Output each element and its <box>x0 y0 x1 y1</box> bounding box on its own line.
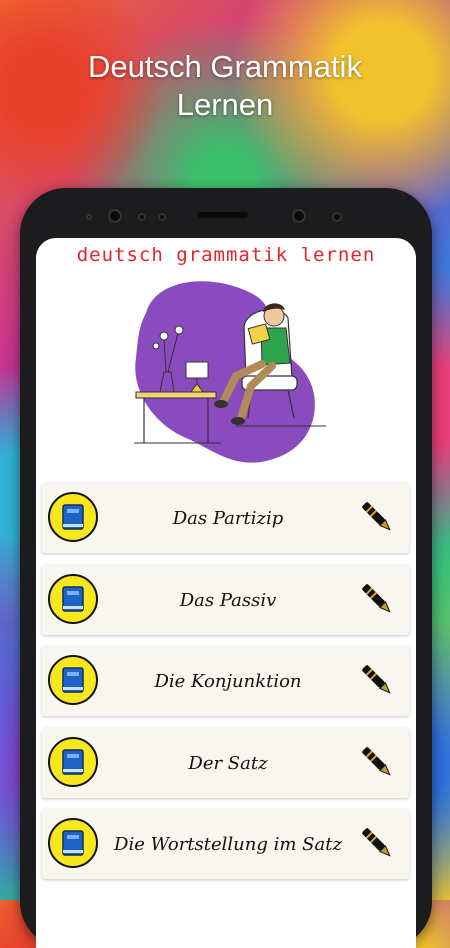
book-icon <box>48 655 98 705</box>
sensor-dot <box>332 212 342 222</box>
app-title: deutsch grammatik lernen <box>76 244 376 266</box>
earpiece-speaker <box>198 212 248 218</box>
book-icon <box>48 818 98 868</box>
phone-top-bar <box>20 188 432 238</box>
phone-frame: deutsch grammatik lernen Das Partizip Da… <box>20 188 432 948</box>
pen-icon[interactable] <box>357 823 397 863</box>
topic-label: Der Satz <box>188 752 268 774</box>
topic-item[interactable]: Die Konjunktion <box>42 646 409 716</box>
app-screen: deutsch grammatik lernen Das Partizip Da… <box>36 238 416 948</box>
sensor-dot <box>158 213 166 221</box>
topic-item[interactable]: Die Wortstellung im Satz <box>42 809 409 879</box>
topic-label: Das Passiv <box>179 589 277 611</box>
book-icon <box>48 492 98 542</box>
promo-title-line2: Lernen <box>176 87 274 122</box>
topic-label: Die Wortstellung im Satz <box>114 833 342 855</box>
topic-item[interactable]: Das Partizip <box>42 483 409 553</box>
book-icon <box>48 574 98 624</box>
pen-icon[interactable] <box>357 497 397 537</box>
topic-label: Die Konjunktion <box>154 670 302 692</box>
sensor-dot <box>138 213 146 221</box>
pen-icon[interactable] <box>357 660 397 700</box>
pen-icon[interactable] <box>357 579 397 619</box>
front-camera <box>108 209 122 223</box>
pen-icon[interactable] <box>357 742 397 782</box>
topic-label: Das Partizip <box>172 507 284 529</box>
topic-item[interactable]: Das Passiv <box>42 565 409 635</box>
front-camera <box>292 209 306 223</box>
sensor-dot <box>86 214 92 220</box>
reading-illustration <box>134 281 326 463</box>
topic-item[interactable]: Der Satz <box>42 728 409 798</box>
promo-title-line1: Deutsch Grammatik <box>88 49 362 84</box>
promo-title: Deutsch Grammatik Lernen <box>0 48 450 124</box>
book-icon <box>48 737 98 787</box>
